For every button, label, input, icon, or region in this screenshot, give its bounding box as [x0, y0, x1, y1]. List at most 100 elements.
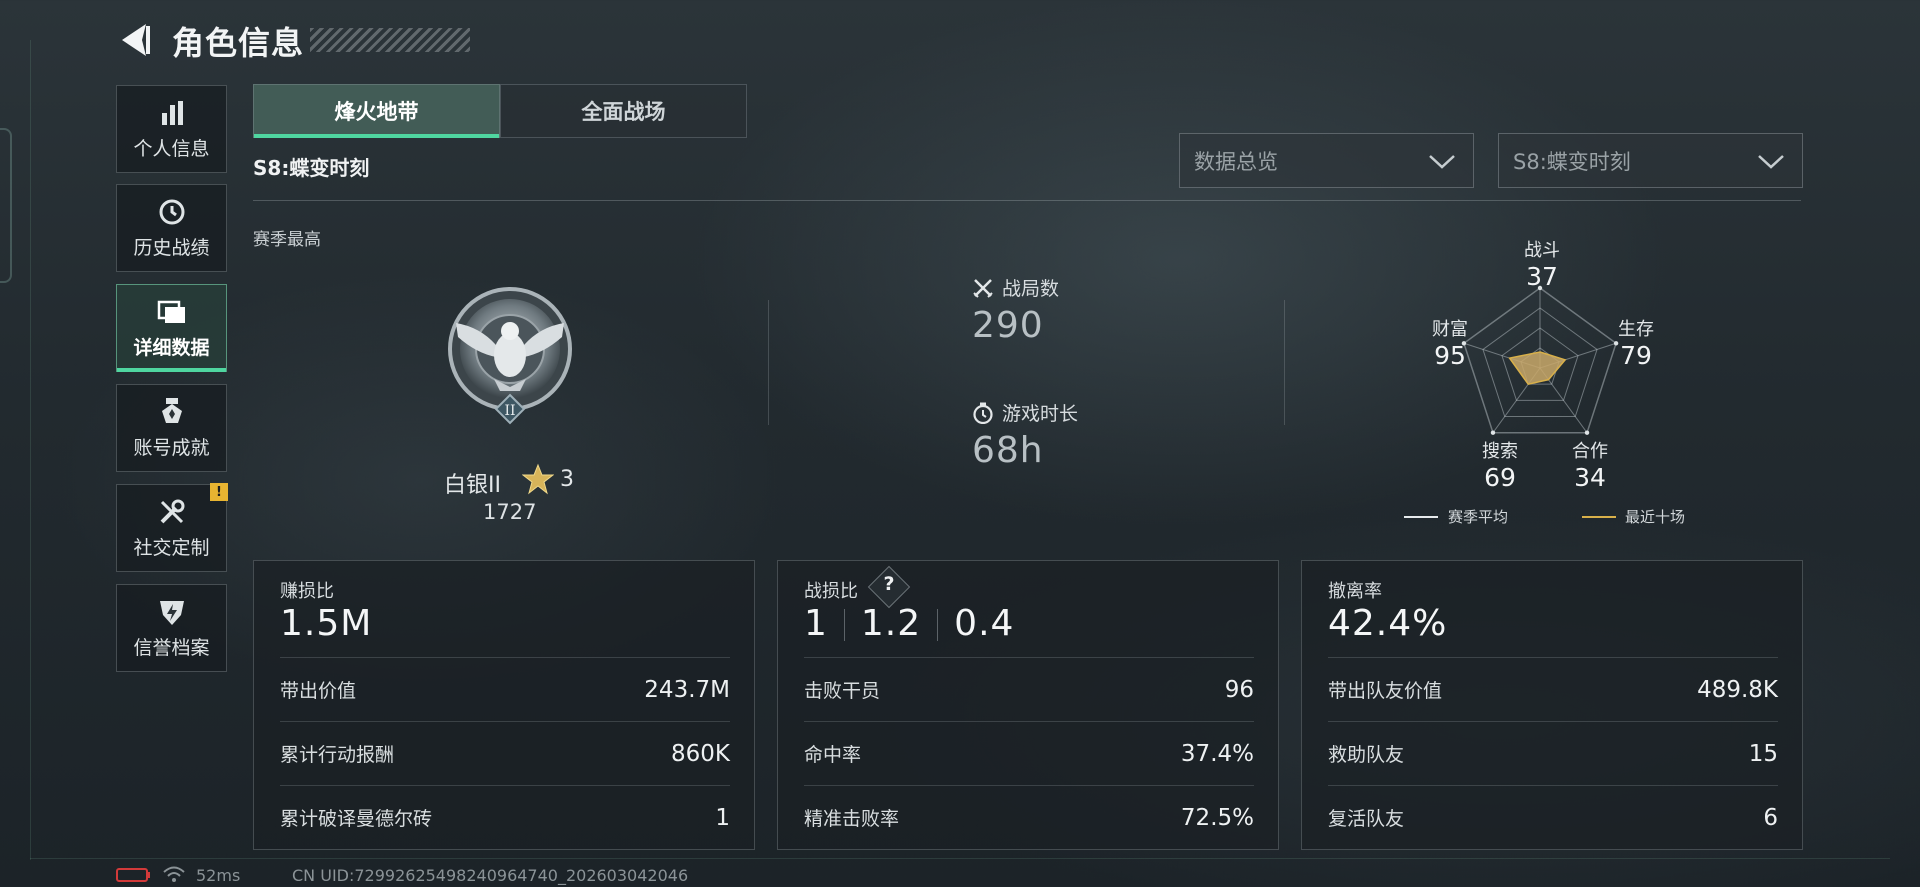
back-arrow-icon: [122, 24, 150, 56]
sidebar-item-label: 历史战绩: [133, 236, 210, 259]
rank-name: 白银II: [444, 473, 501, 498]
sidebar-item-label: 社交定制: [133, 536, 210, 559]
extract-rate-label: 撤离率: [1328, 581, 1382, 602]
matches-stat: 战局数 290: [972, 274, 1059, 346]
shield-lightning-icon: [157, 597, 187, 627]
battery-icon: [116, 867, 152, 887]
divider: [1284, 300, 1285, 425]
side-edge-bracket: [0, 128, 12, 283]
stat-row-label: 救助队友: [1328, 744, 1405, 766]
playtime-value: 68h: [972, 430, 1044, 471]
radar-value-combat: 37: [1526, 262, 1558, 291]
radar-series-recent10: [1508, 351, 1567, 386]
chevron-down-icon: [1429, 155, 1455, 169]
stat-row-label: 累计破译曼德尔砖: [280, 808, 433, 830]
divider: [768, 300, 769, 425]
frame-line-bottom: [30, 858, 1890, 859]
radar-label-combat: 战斗: [1524, 240, 1560, 261]
sidebar-item-social[interactable]: 社交定制 !: [116, 483, 228, 572]
crossed-swords-icon: [973, 278, 993, 298]
radar-label-survival: 生存: [1618, 319, 1654, 340]
stat-row: 精准击败率 72.5%: [804, 785, 1254, 849]
page-title: 角色信息: [172, 24, 305, 62]
stat-row: 救助队友 15: [1328, 721, 1778, 785]
stat-row-label: 击败干员: [804, 680, 881, 702]
sidebar-item-details[interactable]: 详细数据: [116, 284, 227, 372]
uid-readout: CN UID:72992625498240964740_202603042046: [292, 866, 689, 885]
folders-icon: [157, 297, 187, 327]
stat-row-value: 37.4%: [1180, 740, 1254, 767]
legend-swatch-recent10: [1582, 516, 1616, 518]
radar-value-wealth: 95: [1434, 341, 1466, 370]
season-dropdown-value: S8:蝶变时刻: [1513, 149, 1631, 174]
notification-badge: !: [210, 483, 228, 501]
radar-vertex-dot: [1490, 430, 1496, 435]
stat-row-label: 带出价值: [280, 680, 357, 702]
stat-row-value: 1: [715, 804, 730, 831]
view-dropdown[interactable]: 数据总览: [1179, 133, 1474, 188]
sidebar-item-label: 账号成就: [133, 436, 210, 459]
stat-row-value: 6: [1763, 804, 1778, 831]
season-title: S8:蝶变时刻: [253, 156, 370, 180]
divider: [843, 609, 845, 641]
stat-row-value: 243.7M: [644, 676, 730, 703]
stat-row: 带出价值 243.7M: [280, 657, 730, 721]
season-best-label: 赛季最高: [253, 230, 321, 250]
radar-label-wealth: 财富: [1432, 319, 1468, 340]
ping-readout: 52ms: [196, 866, 241, 885]
tools-icon: [157, 497, 187, 527]
sidebar-item-label: 个人信息: [133, 137, 210, 160]
matches-value: 290: [972, 305, 1044, 346]
stat-row: 命中率 37.4%: [804, 721, 1254, 785]
kd-ratio-values: 1 1.2 0.4: [804, 603, 1014, 644]
stat-row-value: 860K: [671, 740, 730, 767]
rank-numeral: II: [504, 403, 515, 419]
kd-value: 0.4: [954, 603, 1015, 644]
title-decoration: [310, 28, 470, 52]
stat-row: 带出队友价值 489.8K: [1328, 657, 1778, 721]
stat-row-value: 489.8K: [1697, 676, 1778, 703]
history-clock-icon: [157, 197, 187, 227]
stat-row-value: 72.5%: [1180, 804, 1254, 831]
rank-score: 1727: [483, 500, 537, 524]
playtime-stat: 游戏时长 68h: [972, 399, 1078, 471]
profit-ratio-label: 赚损比: [280, 581, 334, 602]
playtime-label: 游戏时长: [1002, 403, 1079, 425]
sidebar-item-profile[interactable]: 个人信息: [116, 85, 227, 173]
wifi-icon: [162, 864, 186, 887]
stat-row-value: 96: [1224, 676, 1254, 703]
sidebar-item-label: 详细数据: [133, 336, 210, 359]
help-icon[interactable]: ?: [880, 573, 898, 595]
stat-row: 复活队友 6: [1328, 785, 1778, 849]
stat-row-value: 15: [1748, 740, 1778, 767]
legend-season-avg: 赛季平均: [1448, 508, 1509, 526]
stat-row-label: 精准击败率: [804, 808, 900, 830]
back-button[interactable]: [112, 18, 156, 62]
radar-value-survival: 79: [1620, 341, 1652, 370]
tab-full-battlefield[interactable]: 全面战场: [500, 84, 747, 138]
chevron-down-icon: [1758, 155, 1784, 169]
kd-ratio-label: 战损比: [804, 581, 858, 602]
rank-stars-count: 3: [560, 467, 574, 492]
matches-label: 战局数: [1002, 278, 1060, 300]
stat-row: 累计行动报酬 860K: [280, 721, 730, 785]
medal-icon: [157, 397, 187, 427]
legend-recent10: 最近十场: [1625, 508, 1686, 526]
sidebar-item-achievements[interactable]: 账号成就: [116, 384, 227, 472]
sidebar-item-history[interactable]: 历史战绩: [116, 184, 227, 272]
rank-emblem: II: [440, 283, 580, 433]
frame-line-left: [30, 40, 31, 860]
divider: [253, 200, 1801, 201]
stat-row: 累计破译曼德尔砖 1: [280, 785, 730, 849]
combat-card: 战损比 1 1.2 0.4 击败干员 96 命中率 37.4% 精准击败率 72.5…: [777, 560, 1279, 850]
profit-ratio-value: 1.5M: [280, 603, 373, 644]
view-dropdown-value: 数据总览: [1194, 149, 1278, 174]
stat-row-label: 复活队友: [1328, 808, 1405, 830]
sidebar-item-reputation[interactable]: 信誉档案: [116, 584, 227, 672]
tab-warzone[interactable]: 烽火地带: [253, 84, 500, 138]
extract-rate-value: 42.4%: [1328, 603, 1448, 644]
radar-value-teamwork: 34: [1574, 463, 1606, 492]
extract-card: 撤离率 42.4% 带出队友价值 489.8K 救助队友 15 复活队友 6: [1301, 560, 1803, 850]
season-dropdown[interactable]: S8:蝶变时刻: [1498, 133, 1803, 188]
radar-value-search: 69: [1484, 463, 1516, 492]
